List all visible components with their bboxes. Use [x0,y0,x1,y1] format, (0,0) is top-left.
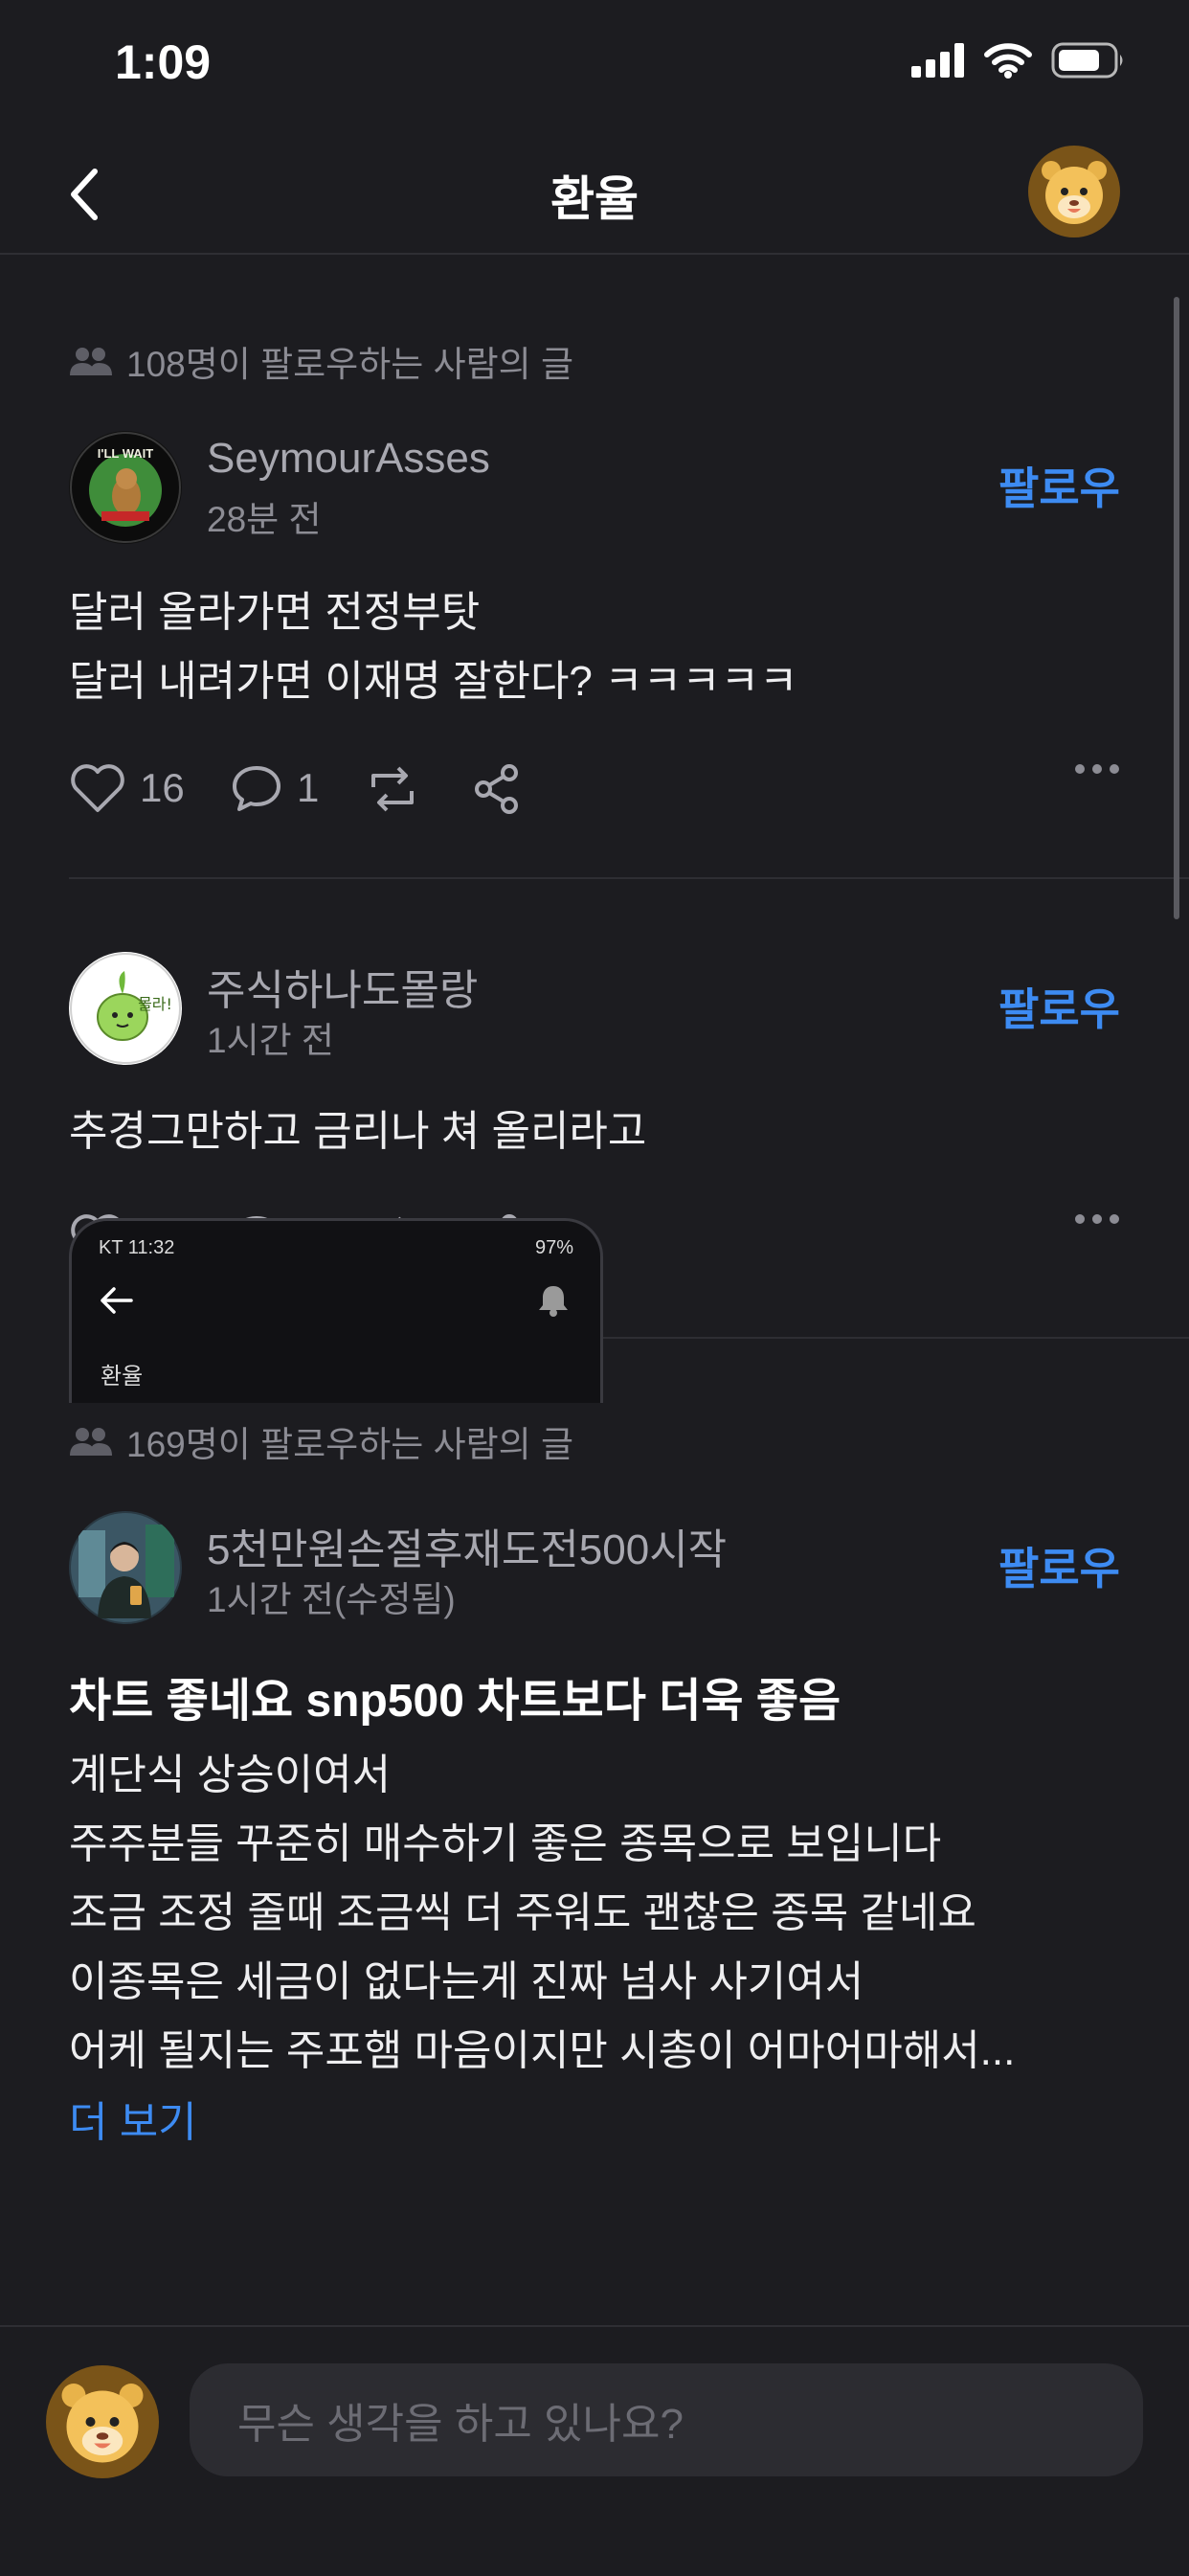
post-attached-image[interactable]: KT 11:32 97% 환율 [69,1218,603,1403]
avatar-photo-icon [71,1513,180,1622]
post-actions: 16 1 [69,762,1120,839]
follow-reason-text: 108명이 팔로우하는 사람의 글 [126,345,574,384]
like-count: 16 [140,765,185,810]
cellular-signal-icon [911,43,964,78]
post-line: 계단식 상승이여서 [69,1751,392,1798]
author-avatar[interactable]: 몰라! [69,952,182,1065]
battery-icon [1051,42,1123,79]
arrow-left-icon [101,1287,133,1314]
post-line: 조금 조정 줄때 조금씩 더 주워도 괜찮은 종목 같네요 [69,1889,976,1936]
post-divider [69,877,1189,879]
ellipsis-icon [1075,1214,1119,1224]
composer-bar: 무슨 생각을 하고 있나요? [0,2325,1189,2576]
follow-button[interactable]: 팔로우 [998,975,1120,1038]
composer-avatar[interactable] [46,2365,159,2478]
post-line: 이종목은 세금이 없다는게 진짜 넘사 사기여서 [69,1958,864,2005]
follow-reason: 169명이 팔로우하는 사람의 글 [69,1415,1120,1467]
comment-button[interactable]: 1 [230,762,319,814]
author-avatar[interactable] [69,1511,182,1624]
post-title[interactable]: 차트 좋네요 snp500 차트보다 더욱 좋음 [69,1662,1120,1729]
follow-button[interactable]: 팔로우 [998,454,1120,517]
page-title: 환율 [550,172,639,226]
tiger-avatar-icon [61,2384,144,2463]
author-row: 5천만원손절후재도전500시작 1시간 전(수정됨) 팔로우 [69,1511,1120,1626]
follow-button[interactable]: 팔로우 [998,1534,1120,1597]
post-time: 28분 전 [207,500,322,539]
share-icon [475,764,518,814]
post-time: 1시간 전(수정됨) [207,1580,456,1619]
navigation-bar: 환율 [0,134,1189,255]
avatar-image-icon: I'LL WAIT [70,432,181,543]
people-icon [70,1428,112,1456]
post-line: 어케 될지는 주포햄 마음이지만 시총이 어마어마해서... [69,2027,1016,2074]
author-row: I'LL WAIT SeymourAsses 28분 전 팔로우 [69,431,1120,546]
follow-reason-text: 169명이 팔로우하는 사람의 글 [126,1425,574,1464]
post-body[interactable]: 추경그만하고 금리나 쳐 올리라고 [69,1097,1120,1166]
post: 108명이 팔로우하는 사람의 글 I'LL WAIT SeymourAsses… [69,335,1120,839]
avatar-logo-text: 몰라! [138,995,172,1013]
people-icon [70,348,112,375]
author-name[interactable]: 5천만원손절후재도전500시작 [207,1515,727,1576]
profile-avatar-button[interactable] [1028,146,1120,237]
more-options-button[interactable] [1074,762,1120,776]
tiger-avatar-icon [1042,161,1107,224]
post-line: 추경그만하고 금리나 쳐 올리라고 [69,1108,647,1155]
repost-button[interactable] [364,762,421,816]
post-line: 달러 내려가면 이재명 잘한다? ㅋㅋㅋㅋㅋ [69,658,798,705]
like-button[interactable]: 16 [69,762,185,814]
more-options-button[interactable] [1074,1212,1120,1226]
image-status-bar: KT 11:32 97% [99,1231,573,1265]
compose-input[interactable]: 무슨 생각을 하고 있나요? [190,2363,1143,2476]
author-row: 몰라! 주식하나도몰랑 1시간 전 팔로우 [69,952,1120,1067]
status-icons [911,42,1126,79]
status-time: 1:09 [115,35,212,89]
post-line: 주주분들 꾸준히 매수하기 좋은 종목으로 보입니다 [69,1820,942,1867]
author-name[interactable]: 주식하나도몰랑 [207,956,478,1017]
wifi-icon [984,43,1032,79]
share-button[interactable] [471,762,523,816]
author-name[interactable]: SeymourAsses [207,435,490,483]
image-battery: 97% [534,1236,573,1258]
post-line: 달러 올라가면 전정부탓 [69,589,481,636]
bell-icon [539,1286,568,1317]
heart-icon [71,764,124,812]
follow-reason: 108명이 팔로우하는 사람의 글 [69,335,1120,387]
repost-icon [371,766,414,812]
scrollbar-thumb[interactable] [1174,297,1179,919]
avatar-image-icon: 몰라! [70,953,181,1064]
avatar-logo-text: I'LL WAIT [98,446,154,461]
see-more-link[interactable]: 더 보기 [69,2088,1120,2149]
post-body[interactable]: 계단식 상승이여서 주주분들 꾸준히 매수하기 좋은 종목으로 보입니다 조금 … [69,1741,1120,2086]
feed[interactable]: 108명이 팔로우하는 사람의 글 I'LL WAIT SeymourAsses… [0,255,1189,2325]
post-time: 1시간 전 [207,1021,334,1060]
post-body[interactable]: 달러 올라가면 전정부탓 달러 내려가면 이재명 잘한다? ㅋㅋㅋㅋㅋ [69,578,1120,716]
ellipsis-icon [1075,764,1119,774]
status-bar: 1:09 [0,0,1189,134]
post: 169명이 팔로우하는 사람의 글 5천만원손절후재도전500시작 1시간 전(… [69,1415,1120,2149]
comment-icon [233,766,280,811]
image-title-fragment: 환율 [101,1364,144,1390]
author-avatar[interactable]: I'LL WAIT [69,431,182,544]
image-carrier-time: KT 11:32 [99,1236,175,1258]
comment-count: 1 [297,765,320,810]
